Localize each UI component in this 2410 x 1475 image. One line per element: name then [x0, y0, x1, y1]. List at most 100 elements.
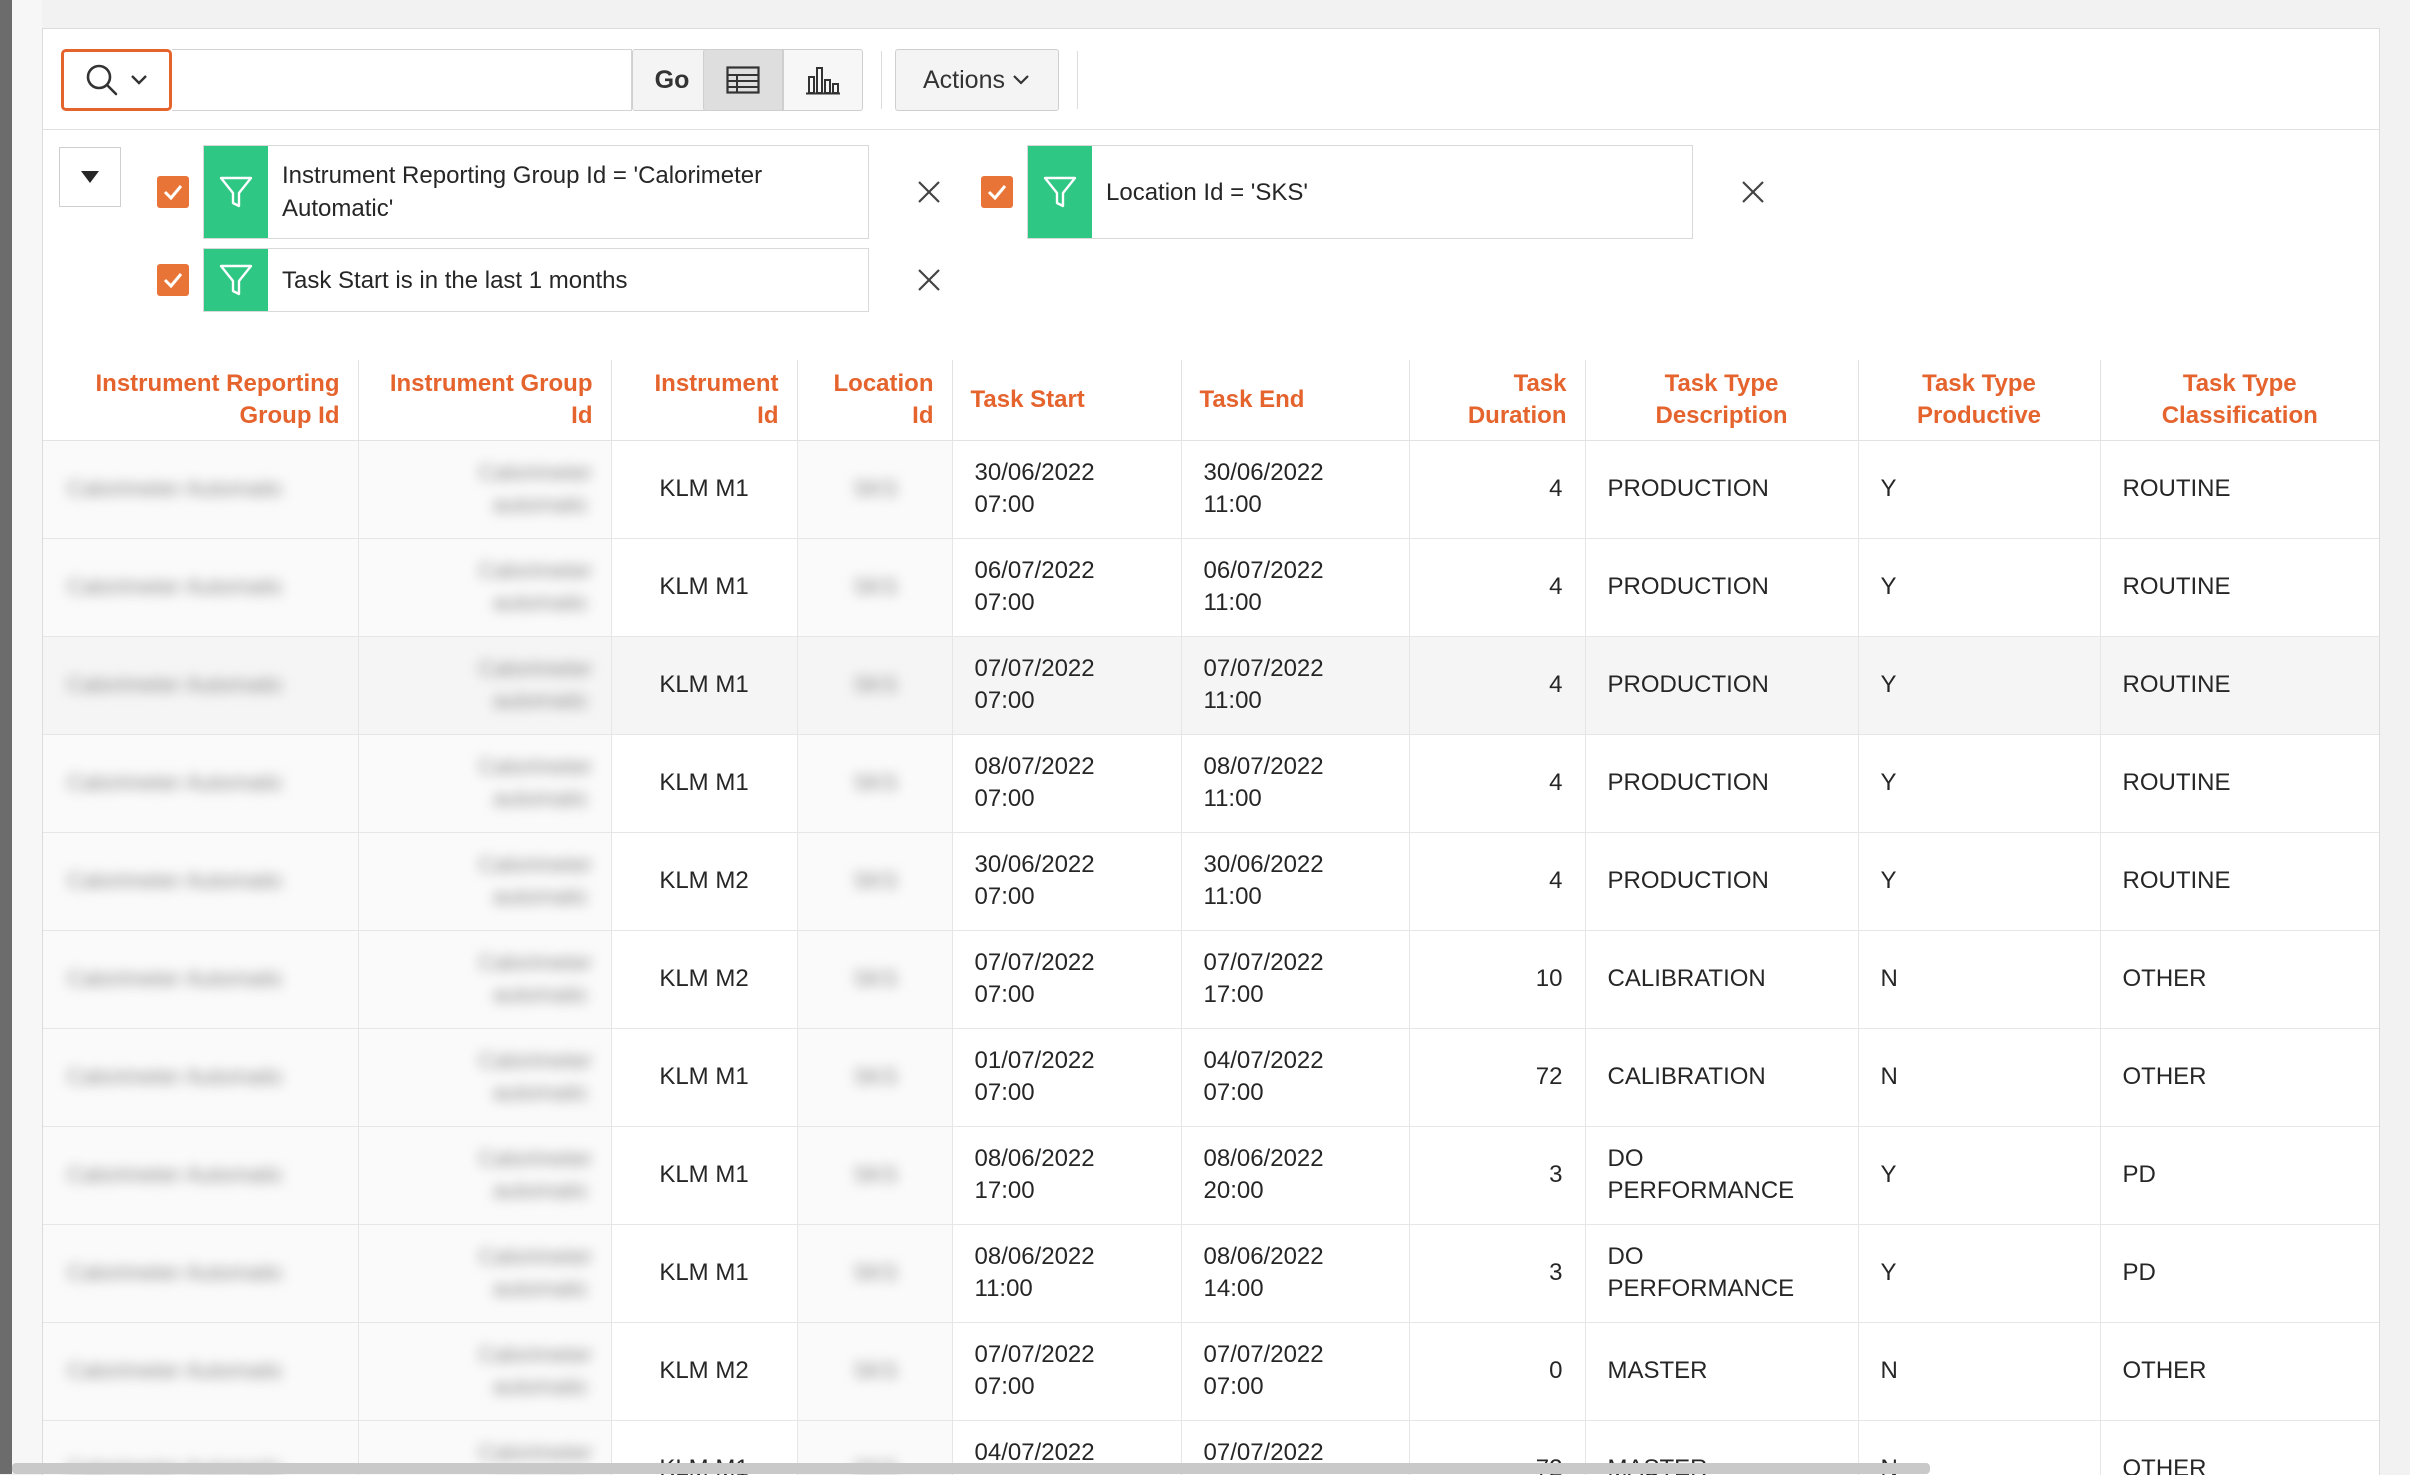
actions-menu-button[interactable]: Actions — [895, 49, 1059, 111]
description-cell: PRODUCTION — [1585, 440, 1859, 539]
location-cell-value: SKS — [853, 868, 898, 893]
filter-2-checkbox[interactable] — [981, 176, 1013, 208]
task-start-cell-value: 08/07/2022 — [974, 753, 1095, 780]
go-button[interactable]: Go — [632, 49, 712, 111]
instrument-group-cell-value: Calorimeter automatic — [478, 950, 593, 1007]
search-column-selector[interactable] — [61, 49, 172, 111]
collapse-filters-button[interactable] — [59, 147, 121, 207]
classification-cell: ROUTINE — [2100, 832, 2379, 931]
group-cell-value: Calorimeter Automatic — [67, 476, 284, 501]
column-header[interactable]: Location Id — [797, 360, 953, 441]
check-icon — [163, 185, 183, 201]
task-end-cell-value: 07/07/2022 — [1203, 655, 1324, 682]
productive-cell-value: Y — [1880, 573, 1897, 600]
location-cell: SKS — [797, 930, 953, 1029]
table-row[interactable]: Calorimeter Automatic Calorimeter automat… — [43, 734, 2379, 833]
column-header[interactable]: Instrument Id — [611, 360, 798, 441]
column-header[interactable]: Instrument Group Id — [358, 360, 612, 441]
table-row[interactable]: Calorimeter Automatic Calorimeter automat… — [43, 440, 2379, 539]
filter-2[interactable]: Location Id = 'SKS' — [1027, 145, 1693, 239]
task-start-cell: 30/06/2022 07:00 — [952, 832, 1182, 931]
table-row[interactable]: Calorimeter Automatic Calorimeter automat… — [43, 1028, 2379, 1127]
filter-3-checkbox[interactable] — [157, 264, 189, 296]
table-row[interactable]: Calorimeter Automatic Calorimeter automat… — [43, 930, 2379, 1029]
column-header[interactable]: Instrument Reporting Group Id — [43, 360, 359, 441]
instrument-cell: KLM M1 — [611, 1028, 798, 1127]
table-row[interactable]: Calorimeter Automatic Calorimeter automat… — [43, 1126, 2379, 1225]
instrument-group-cell: Calorimeter automatic — [358, 1224, 612, 1323]
view-chart-button[interactable] — [783, 49, 863, 111]
instrument-cell: KLM M2 — [611, 930, 798, 1029]
table-row[interactable]: Calorimeter Automatic Calorimeter automat… — [43, 636, 2379, 735]
location-cell: SKS — [797, 1224, 953, 1323]
filter-1-checkbox[interactable] — [157, 176, 189, 208]
location-cell: SKS — [797, 832, 953, 931]
table-row[interactable]: Calorimeter Automatic Calorimeter automat… — [43, 538, 2379, 637]
classification-cell-value: ROUTINE — [2122, 573, 2231, 600]
search-icon — [86, 64, 117, 96]
column-header[interactable]: Task Type Description — [1585, 360, 1859, 441]
instrument-cell: KLM M1 — [611, 538, 798, 637]
instrument-group-cell: Calorimeter automatic — [358, 538, 612, 637]
column-header[interactable]: Task Type Classification — [2100, 360, 2379, 441]
classification-cell: OTHER — [2100, 1322, 2379, 1421]
task-start-cell-value: 06/07/2022 — [974, 557, 1095, 584]
location-cell-value: SKS — [853, 1162, 898, 1187]
remove-filter-3-button[interactable] — [909, 260, 949, 300]
column-header[interactable]: Task End — [1181, 360, 1410, 441]
filter-2-label: Location Id = 'SKS' — [1106, 178, 1308, 206]
table-row[interactable]: Calorimeter Automatic Calorimeter automat… — [43, 1322, 2379, 1421]
column-header[interactable]: Task Start — [952, 360, 1182, 441]
description-cell: DO PERFORMANCE — [1585, 1126, 1859, 1225]
location-cell: SKS — [797, 1126, 953, 1225]
productive-cell-value: N — [1880, 1063, 1898, 1090]
instrument-group-cell-value: Calorimeter automatic — [478, 656, 593, 713]
group-cell: Calorimeter Automatic — [43, 832, 359, 931]
filter-3[interactable]: Task Start is in the last 1 months — [203, 248, 869, 312]
productive-cell: N — [1858, 930, 2101, 1029]
duration-cell: 4 — [1409, 636, 1586, 735]
task-end-cell-value: 07:00 — [1203, 1373, 1264, 1400]
search-input[interactable] — [172, 49, 632, 111]
remove-filter-2-button[interactable] — [1733, 172, 1773, 212]
classification-cell: OTHER — [2100, 930, 2379, 1029]
group-cell-value: Calorimeter Automatic — [67, 770, 284, 795]
view-report-button[interactable] — [703, 49, 783, 111]
instrument-cell-value: KLM M1 — [659, 1161, 749, 1188]
column-header[interactable]: Task Type Productive — [1858, 360, 2101, 441]
remove-filter-1-button[interactable] — [909, 172, 949, 212]
horizontal-scrollbar[interactable] — [12, 1463, 1930, 1474]
description-cell-value: DO PERFORMANCE — [1607, 1145, 1795, 1204]
classification-cell: OTHER — [2100, 1028, 2379, 1127]
table-row[interactable]: Calorimeter Automatic Calorimeter automat… — [43, 832, 2379, 931]
description-cell: PRODUCTION — [1585, 832, 1859, 931]
filter-1[interactable]: Instrument Reporting Group Id = 'Calorim… — [203, 145, 869, 239]
task-start-cell-value: 08/06/2022 — [974, 1145, 1095, 1172]
close-icon — [1742, 181, 1764, 203]
task-start-cell-value: 08/06/2022 — [974, 1243, 1095, 1270]
instrument-cell-value: KLM M2 — [659, 965, 749, 992]
task-end-cell: 30/06/2022 11:00 — [1181, 832, 1410, 931]
close-icon — [918, 181, 940, 203]
task-end-cell: 06/07/2022 11:00 — [1181, 538, 1410, 637]
duration-cell-value: 3 — [1549, 1259, 1563, 1286]
duration-cell-value: 3 — [1549, 1161, 1563, 1188]
group-cell-value: Calorimeter Automatic — [67, 1162, 284, 1187]
duration-cell: 10 — [1409, 930, 1586, 1029]
task-start-cell-value: 07:00 — [974, 491, 1035, 518]
classification-cell-value: OTHER — [2122, 1063, 2207, 1090]
table-row[interactable]: Calorimeter Automatic Calorimeter automat… — [43, 1224, 2379, 1323]
column-header[interactable]: Task Duration — [1409, 360, 1586, 441]
task-end-cell-value: 11:00 — [1203, 883, 1262, 910]
task-start-cell-value: 17:00 — [974, 1177, 1035, 1204]
task-end-cell-value: 14:00 — [1203, 1275, 1264, 1302]
filter-3-label: Task Start is in the last 1 months — [282, 266, 628, 294]
task-start-cell: 07/07/2022 07:00 — [952, 636, 1182, 735]
task-start-cell: 07/07/2022 07:00 — [952, 1322, 1182, 1421]
grid-icon — [726, 66, 760, 94]
caret-down-icon — [81, 171, 99, 183]
productive-cell: Y — [1858, 832, 2101, 931]
task-end-cell: 08/06/2022 20:00 — [1181, 1126, 1410, 1225]
duration-cell-value: 4 — [1549, 475, 1563, 502]
duration-cell-value: 0 — [1549, 1357, 1563, 1384]
